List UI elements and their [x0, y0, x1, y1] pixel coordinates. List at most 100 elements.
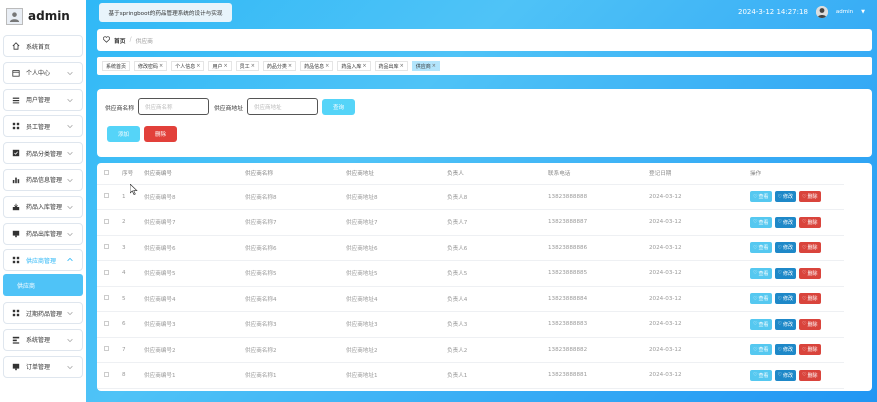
edit-button[interactable]: ♡ 修改 [774, 267, 796, 279]
tab-tag[interactable]: 药品信息 × [300, 61, 334, 71]
tab-tag[interactable]: 供应商 × [411, 61, 440, 71]
heart-icon: ♡ [753, 270, 758, 277]
sidebar-item-9[interactable]: 供应商管理 [3, 249, 83, 272]
close-icon[interactable]: × [288, 63, 292, 69]
tab-tag[interactable]: 药品分类 × [262, 61, 297, 71]
tab-tag[interactable]: 个人信息 × [171, 61, 205, 71]
view-button[interactable]: ♡ 查看 [750, 369, 772, 381]
query-button[interactable]: 查询 [322, 99, 355, 115]
heart-icon: ♡ [802, 372, 807, 379]
close-icon[interactable]: × [432, 63, 436, 69]
delete-label: 删除 [807, 347, 818, 354]
user-name[interactable]: admin [836, 9, 853, 15]
heart-icon: ♡ [802, 219, 807, 226]
tag-bar: 系统首页 修改密码 × 个人信息 × 用户 × 员工 × 药品分类 × 药品信息 × 药品入库 × 药品出库 ×… [97, 57, 872, 75]
edit-label: 修改 [782, 372, 793, 379]
tab-tag[interactable]: 用户 × [208, 61, 232, 71]
avatar[interactable] [815, 6, 828, 18]
row-checkbox[interactable] [104, 244, 109, 250]
view-button[interactable]: ♡ 查看 [750, 344, 772, 356]
sidebar-item-4[interactable]: 员工管理 [3, 115, 83, 138]
edit-button[interactable]: ♡ 修改 [774, 216, 796, 228]
tab-tag[interactable]: 修改密码 × [134, 61, 168, 71]
table-cell: 负责人5 [447, 260, 548, 287]
table-cell: 5 [122, 286, 144, 312]
table-cell: 供应商编号2 [144, 337, 245, 363]
header-right: 2024-3-12 14:27:18 admin ▼ [738, 4, 865, 20]
view-button[interactable]: ♡ 查看 [750, 191, 772, 203]
close-icon[interactable]: × [196, 63, 200, 69]
view-button[interactable]: ♡ 查看 [750, 242, 772, 254]
sidebar-item-8[interactable]: 药品出库管理 [3, 222, 83, 245]
view-button[interactable]: ♡ 查看 [750, 267, 772, 279]
view-button[interactable]: ♡ 查看 [750, 318, 772, 330]
chevron-down-icon [66, 336, 74, 344]
view-button[interactable]: ♡ 查看 [750, 293, 772, 305]
delete-row-button[interactable]: ♡ 删除 [799, 216, 821, 228]
table-cell: 供应商地址7 [346, 209, 447, 236]
sidebar-item-2[interactable]: 个人中心 [3, 61, 83, 84]
delete-button[interactable]: 删除 [144, 126, 177, 142]
heart-icon [103, 35, 110, 45]
tab-tag[interactable]: 员工 × [235, 61, 259, 71]
sidebar-item-7[interactable]: 药品入库管理 [3, 195, 83, 218]
edit-button[interactable]: ♡ 修改 [774, 242, 796, 254]
table-cell: 负责人3 [447, 311, 548, 338]
row-checkbox[interactable] [104, 346, 109, 352]
close-icon[interactable]: × [325, 63, 329, 69]
table-cell: 13823888883 [548, 311, 649, 338]
delete-row-button[interactable]: ♡ 删除 [799, 242, 821, 254]
delete-row-button[interactable]: ♡ 删除 [799, 293, 821, 305]
delete-row-button[interactable]: ♡ 删除 [799, 369, 821, 381]
table-cell: 供应商名称4 [245, 286, 346, 312]
view-button[interactable]: ♡ 查看 [750, 216, 772, 228]
supplier-name-input[interactable]: 供应商名称 [138, 98, 209, 115]
delete-row-button[interactable]: ♡ 删除 [799, 191, 821, 203]
delete-row-button[interactable]: ♡ 删除 [799, 344, 821, 356]
edit-button[interactable]: ♡ 修改 [774, 191, 796, 203]
sidebar-item-6[interactable]: 药品信息管理 [3, 168, 83, 191]
close-icon[interactable]: × [159, 63, 163, 69]
row-checkbox[interactable] [104, 295, 109, 301]
edit-button[interactable]: ♡ 修改 [774, 344, 796, 356]
table-cell: 2 [122, 209, 144, 236]
sidebar-item-12[interactable]: 订单管理 [3, 355, 83, 378]
tab-tag[interactable]: 药品入库 × [337, 61, 371, 71]
edit-button[interactable]: ♡ 修改 [774, 293, 796, 305]
search-panel: 供应商名称 供应商名称 供应商地址 供应商地址 查询 添加 删除 [97, 89, 872, 157]
delete-row-button[interactable]: ♡ 删除 [799, 318, 821, 330]
breadcrumb-home[interactable]: 首页 [114, 36, 126, 45]
sidebar-item-3[interactable]: 用户管理 [3, 88, 83, 111]
close-icon[interactable]: × [223, 63, 227, 69]
heart-icon: ♡ [753, 346, 758, 353]
table-cell: 2024-03-12 [649, 260, 750, 287]
close-icon[interactable]: × [400, 63, 404, 69]
edit-button[interactable]: ♡ 修改 [774, 369, 796, 381]
tab-tag[interactable]: 系统首页 [102, 61, 131, 71]
row-checkbox[interactable] [104, 371, 109, 377]
select-all-checkbox[interactable] [104, 169, 109, 175]
sidebar-subitem-supplier[interactable]: 供应商 [3, 274, 83, 297]
sidebar-item-10[interactable]: 过期药品管理 [3, 302, 83, 325]
edit-button[interactable]: ♡ 修改 [774, 318, 796, 330]
row-checkbox[interactable] [104, 320, 109, 326]
tab-tag[interactable]: 药品出库 × [374, 61, 408, 71]
delete-label: 删除 [807, 270, 818, 277]
chevron-down-icon [66, 309, 74, 317]
edit-label: 修改 [782, 321, 793, 328]
delete-row-button[interactable]: ♡ 删除 [799, 267, 821, 279]
supplier-address-input[interactable]: 供应商地址 [247, 98, 318, 115]
column-header: 供应商名称 [245, 163, 346, 185]
row-checkbox[interactable] [104, 218, 109, 224]
caret-down-icon[interactable]: ▼ [861, 9, 865, 15]
sidebar-item-1[interactable]: 系统首页 [3, 35, 83, 57]
sidebar-item-11[interactable]: 系统管理 [3, 328, 83, 351]
sidebar-item-5[interactable]: 药品分类管理 [3, 142, 83, 165]
add-button[interactable]: 添加 [107, 126, 140, 142]
table-cell: 7 [122, 337, 144, 363]
sidebar: admin 系统首页 个人中心 用户管理 员工管理 药品分类管理 药品信息管理 药品入库管理… [0, 0, 86, 402]
close-icon[interactable]: × [362, 63, 366, 69]
row-checkbox[interactable] [104, 269, 109, 275]
row-checkbox[interactable] [104, 193, 109, 199]
close-icon[interactable]: × [251, 63, 255, 69]
